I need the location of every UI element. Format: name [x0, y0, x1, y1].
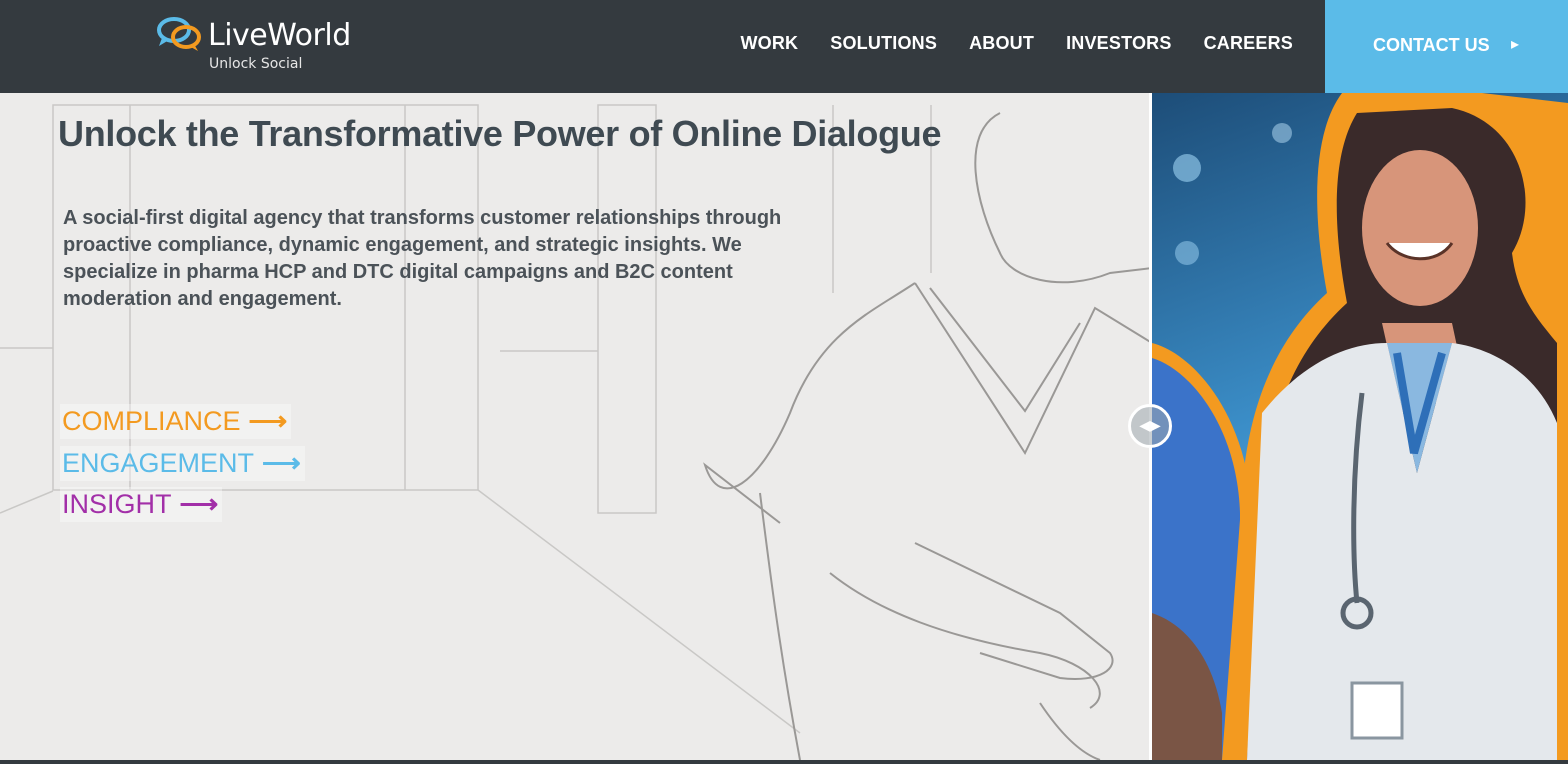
compliance-link[interactable]: COMPLIANCE ⟶ — [60, 404, 292, 439]
insight-label: INSIGHT — [62, 489, 172, 519]
nav-item-solutions[interactable]: SOLUTIONS — [830, 33, 937, 54]
main-nav: WORK SOLUTIONS ABOUT INVESTORS CAREERS — [740, 33, 1293, 54]
engagement-label: ENGAGEMENT — [62, 448, 255, 478]
nav-item-investors[interactable]: INVESTORS — [1066, 33, 1172, 54]
contact-us-button[interactable]: CONTACT US ▸ — [1325, 0, 1568, 93]
brand-tagline: Unlock Social — [209, 56, 303, 72]
doctor-illustration — [1152, 93, 1568, 760]
footer-strip — [0, 760, 1568, 764]
hero-sketch-panel: Unlock the Transformative Power of Onlin… — [0, 93, 1152, 760]
speech-bubbles-icon — [157, 17, 201, 51]
arrow-right-icon: ⟶ — [248, 406, 288, 436]
engagement-link[interactable]: ENGAGEMENT ⟶ — [60, 446, 305, 481]
insight-link[interactable]: INSIGHT ⟶ — [60, 487, 223, 522]
nav-item-work[interactable]: WORK — [740, 33, 798, 54]
site-header: LiveWorld Unlock Social WORK SOLUTIONS A… — [0, 0, 1568, 93]
chevron-right-icon: ▸ — [1511, 36, 1520, 53]
hero-section: Unlock the Transformative Power of Onlin… — [0, 93, 1568, 760]
compare-slider-icon: ◀▶ — [1139, 417, 1161, 433]
brand-name: LiveWorld — [208, 18, 351, 53]
compare-slider-handle[interactable]: ◀▶ — [1128, 404, 1172, 448]
nav-item-careers[interactable]: CAREERS — [1204, 33, 1293, 54]
liveworld-logo[interactable]: LiveWorld Unlock Social — [156, 14, 376, 78]
nav-item-about[interactable]: ABOUT — [969, 33, 1034, 54]
contact-us-label: CONTACT US — [1373, 35, 1490, 55]
compliance-label: COMPLIANCE — [62, 406, 241, 436]
hero-photo-panel — [1152, 93, 1568, 760]
arrow-right-icon: ⟶ — [262, 448, 301, 478]
arrow-right-icon: ⟶ — [179, 489, 219, 519]
hero-headline: Unlock the Transformative Power of Onlin… — [58, 113, 942, 154]
hero-description: A social-first digital agency that trans… — [63, 207, 782, 310]
